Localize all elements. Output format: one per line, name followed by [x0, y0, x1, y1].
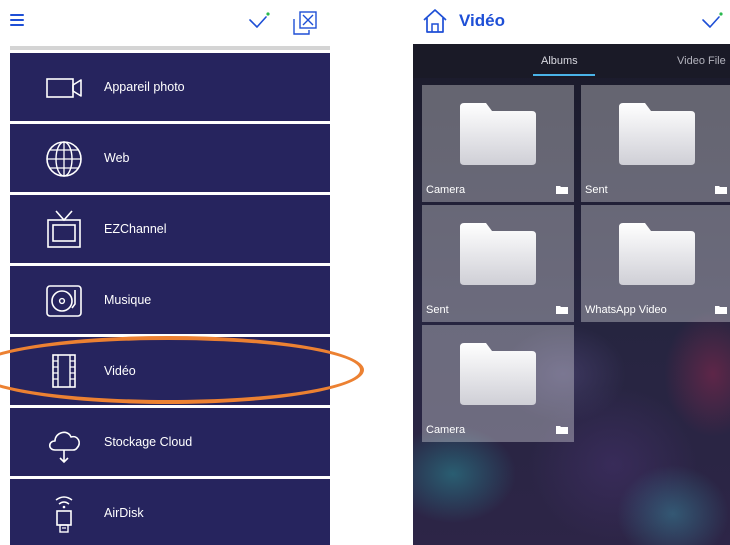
- checkmark-icon[interactable]: [246, 8, 272, 34]
- album-tile[interactable]: Sent: [581, 85, 730, 202]
- globe-icon: [46, 141, 82, 177]
- album-tile[interactable]: WhatsApp Video: [581, 205, 730, 322]
- cloud-icon: [48, 431, 80, 464]
- album-browser: Albums Video File Camera Sent Sent Whats…: [413, 44, 730, 545]
- tab-video-file-label: Video File: [677, 55, 726, 67]
- right-panel: Vidéo Albums Video File Camera Sent Sent…: [413, 0, 730, 545]
- tab-albums[interactable]: Albums: [533, 44, 595, 78]
- checkmark-icon[interactable]: [699, 8, 725, 34]
- menu-item-label: Stockage Cloud: [104, 435, 193, 449]
- side-menu: Appareil photo Web EZChannel Musique Vid…: [10, 53, 330, 545]
- folder-icon: [619, 103, 695, 165]
- menu-item-stockage-cloud[interactable]: Stockage Cloud: [10, 408, 330, 476]
- album-tile[interactable]: Camera: [422, 325, 574, 442]
- tab-video-file[interactable]: Video File: [677, 44, 726, 78]
- folder-icon: [556, 186, 568, 194]
- active-tab-underline: [533, 74, 595, 76]
- folder-icon: [715, 306, 727, 314]
- folder-icon: [460, 103, 536, 165]
- right-top-bar: Vidéo: [413, 0, 730, 44]
- menu-item-label: Web: [104, 151, 130, 165]
- menu-item-label: Musique: [104, 293, 152, 307]
- top-divider: [10, 46, 330, 50]
- folder-icon: [460, 343, 536, 405]
- menu-item-video[interactable]: Vidéo: [10, 337, 330, 405]
- folder-icon: [460, 223, 536, 285]
- menu-item-label: AirDisk: [104, 506, 144, 520]
- film-icon: [52, 354, 76, 388]
- menu-item-web[interactable]: Web: [10, 124, 330, 192]
- album-name: WhatsApp Video: [585, 304, 667, 316]
- page-title: Vidéo: [459, 11, 505, 30]
- close-selection-icon[interactable]: [290, 8, 320, 38]
- album-tile[interactable]: Sent: [422, 205, 574, 322]
- left-top-bar: [0, 0, 340, 44]
- folder-icon: [715, 186, 727, 194]
- folder-icon: [619, 223, 695, 285]
- album-name: Sent: [426, 304, 449, 316]
- album-name: Camera: [426, 424, 466, 436]
- tab-bar: Albums Video File: [413, 44, 730, 78]
- menu-item-airdisk[interactable]: AirDisk: [10, 479, 330, 545]
- tab-albums-label: Albums: [541, 55, 578, 67]
- camera-icon: [46, 78, 82, 98]
- album-name: Camera: [426, 184, 466, 196]
- folder-icon: [556, 306, 568, 314]
- menu-item-label: EZChannel: [104, 222, 167, 236]
- menu-item-musique[interactable]: Musique: [10, 266, 330, 334]
- airdisk-icon: [55, 496, 73, 533]
- home-icon[interactable]: [421, 7, 449, 35]
- menu-item-label: Appareil photo: [104, 80, 185, 94]
- album-name: Sent: [585, 184, 608, 196]
- folder-icon: [556, 426, 568, 434]
- tv-icon: [47, 210, 81, 248]
- album-tile[interactable]: Camera: [422, 85, 574, 202]
- menu-item-label: Vidéo: [104, 364, 136, 378]
- left-panel: Appareil photo Web EZChannel Musique Vid…: [0, 0, 364, 545]
- menu-item-ezchannel[interactable]: EZChannel: [10, 195, 330, 263]
- music-player-icon: [46, 285, 82, 317]
- menu-item-appareil-photo[interactable]: Appareil photo: [10, 53, 330, 121]
- hamburger-menu-icon[interactable]: [10, 14, 24, 26]
